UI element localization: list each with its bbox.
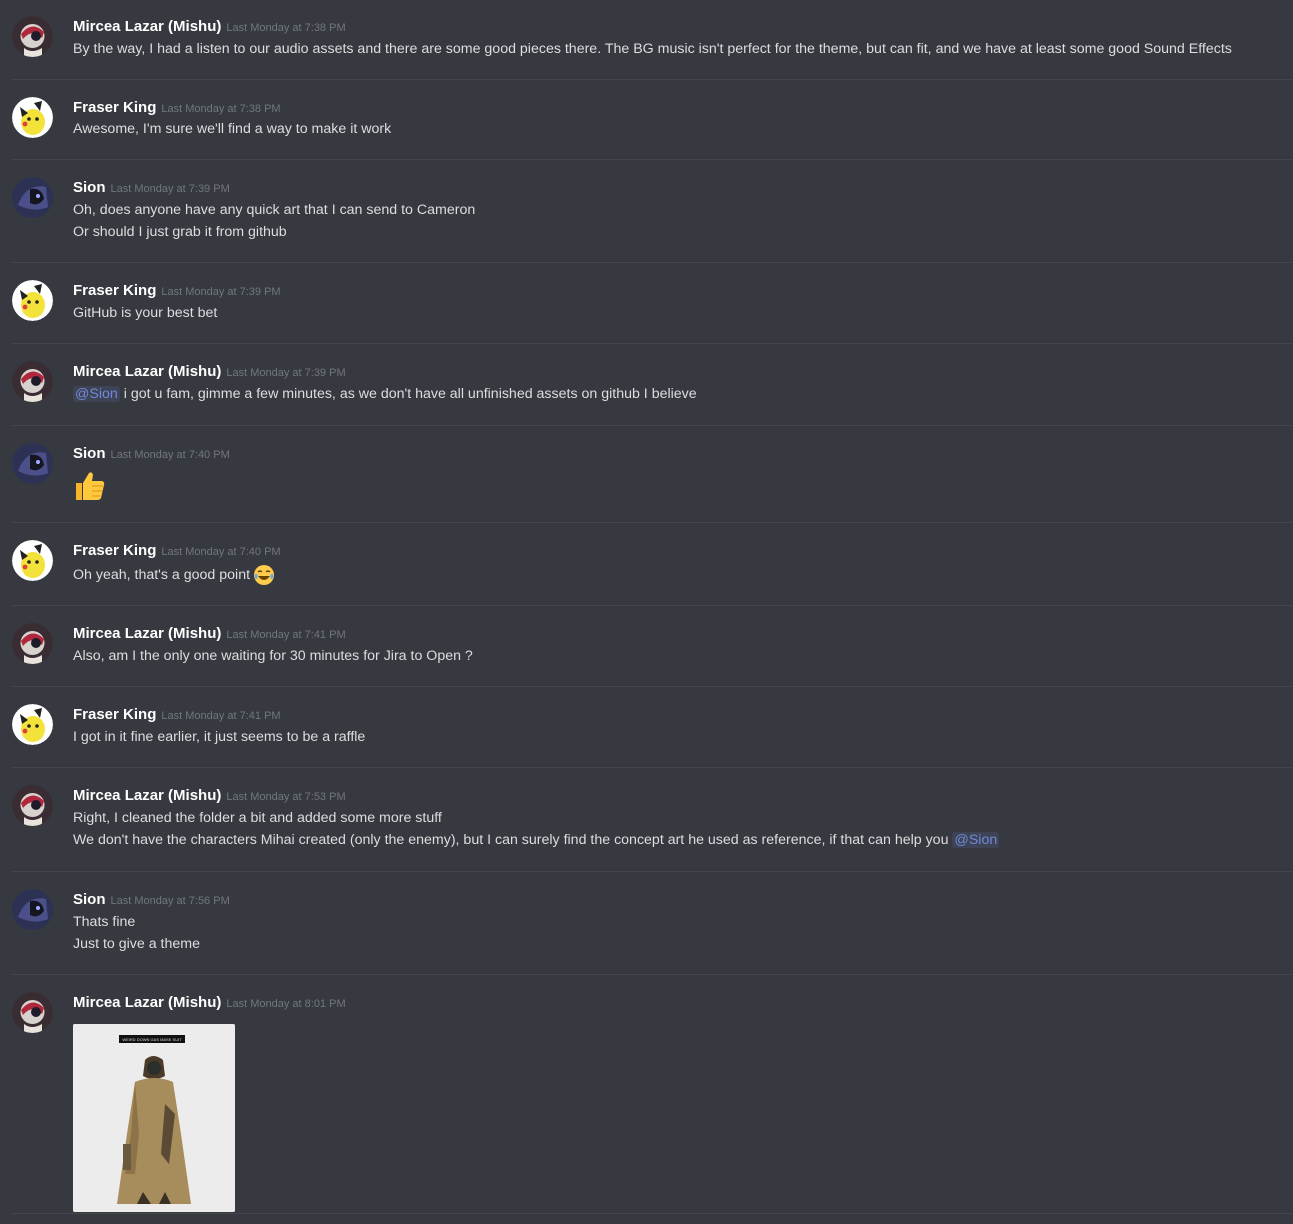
avatar-mircea[interactable]	[12, 361, 53, 402]
chat-messages: Mircea Lazar (Mishu) Last Monday at 7:38 …	[0, 0, 1293, 1224]
message-text-body: Oh yeah, that's a good point	[73, 566, 251, 583]
message-text-body: We don't have the characters Mihai creat…	[73, 832, 949, 848]
message-divider	[12, 425, 1293, 426]
timestamp: Last Monday at 8:01 PM	[226, 998, 346, 1010]
avatar-mircea[interactable]	[12, 992, 53, 1033]
message-header: Mircea Lazar (Mishu) Last Monday at 7:41 …	[73, 625, 346, 643]
joy-emoji-icon[interactable]	[253, 564, 275, 586]
message-header: Mircea Lazar (Mishu) Last Monday at 7:39 …	[73, 363, 346, 381]
message-divider	[12, 262, 1293, 263]
avatar-mircea[interactable]	[12, 16, 53, 57]
username[interactable]: Fraser King	[73, 542, 156, 559]
message-text: Awesome, I'm sure we'll find a way to ma…	[73, 121, 392, 137]
timestamp: Last Monday at 7:39 PM	[226, 367, 346, 379]
message-header: Fraser King Last Monday at 7:40 PM	[73, 542, 281, 560]
message-header: Sion Last Monday at 7:56 PM	[73, 891, 230, 909]
message-text: Oh, does anyone have any quick art that …	[73, 202, 476, 218]
username[interactable]: Fraser King	[73, 706, 156, 723]
message-divider	[12, 343, 1293, 344]
message-divider	[12, 1213, 1293, 1214]
avatar-sion[interactable]	[12, 889, 53, 930]
message-header: Mircea Lazar (Mishu) Last Monday at 7:53 …	[73, 787, 346, 805]
username[interactable]: Mircea Lazar (Mishu)	[73, 994, 221, 1011]
avatar-fraser[interactable]	[12, 540, 53, 581]
message-text: By the way, I had a listen to our audio …	[73, 41, 1232, 57]
message-text: Oh yeah, that's a good point	[73, 564, 275, 586]
message-divider	[12, 159, 1293, 160]
message-text: Thats fine	[73, 914, 136, 930]
message-text: Also, am I the only one waiting for 30 m…	[73, 648, 473, 664]
username[interactable]: Mircea Lazar (Mishu)	[73, 787, 221, 804]
message-header: Fraser King Last Monday at 7:39 PM	[73, 282, 281, 300]
message-header: Fraser King Last Monday at 7:41 PM	[73, 706, 281, 724]
timestamp: Last Monday at 7:53 PM	[226, 791, 346, 803]
message-text: Just to give a theme	[73, 936, 200, 952]
username[interactable]: Mircea Lazar (Mishu)	[73, 18, 221, 35]
message-divider	[12, 605, 1293, 606]
timestamp: Last Monday at 7:41 PM	[226, 629, 346, 641]
timestamp: Last Monday at 7:40 PM	[110, 449, 230, 461]
username[interactable]: Sion	[73, 891, 106, 908]
message-divider	[12, 686, 1293, 687]
timestamp: Last Monday at 7:40 PM	[161, 546, 281, 558]
timestamp: Last Monday at 7:41 PM	[161, 710, 281, 722]
avatar-sion[interactable]	[12, 443, 53, 484]
message-header: Mircea Lazar (Mishu) Last Monday at 7:38 …	[73, 18, 346, 36]
message-divider	[12, 974, 1293, 975]
timestamp: Last Monday at 7:39 PM	[161, 286, 281, 298]
avatar-mircea[interactable]	[12, 785, 53, 826]
avatar-fraser[interactable]	[12, 704, 53, 745]
thumbs-up-emoji-icon[interactable]	[73, 469, 107, 503]
image-attachment[interactable]: WEIRD DOWN GAS MASK SUIT	[73, 1024, 235, 1212]
username[interactable]: Fraser King	[73, 99, 156, 116]
username[interactable]: Sion	[73, 445, 106, 462]
username[interactable]: Sion	[73, 179, 106, 196]
avatar-fraser[interactable]	[12, 280, 53, 321]
message-text: GitHub is your best bet	[73, 305, 218, 321]
username[interactable]: Mircea Lazar (Mishu)	[73, 625, 221, 642]
timestamp: Last Monday at 7:39 PM	[110, 183, 230, 195]
message-divider	[12, 871, 1293, 872]
user-mention[interactable]: @Sion	[952, 832, 1000, 848]
message-text: @Sion i got u fam, gimme a few minutes, …	[73, 386, 697, 402]
user-mention[interactable]: @Sion	[73, 386, 120, 402]
message-header: Mircea Lazar (Mishu) Last Monday at 8:01 …	[73, 994, 346, 1012]
message-divider	[12, 79, 1293, 80]
avatar-mircea[interactable]	[12, 623, 53, 664]
message-header: Fraser King Last Monday at 7:38 PM	[73, 99, 281, 117]
message-divider	[12, 767, 1293, 768]
message-divider	[12, 522, 1293, 523]
message-text: Right, I cleaned the folder a bit and ad…	[73, 810, 442, 826]
timestamp: Last Monday at 7:38 PM	[226, 22, 346, 34]
message-header: Sion Last Monday at 7:39 PM	[73, 179, 230, 197]
message-text: Or should I just grab it from github	[73, 224, 287, 240]
message-text-body: i got u fam, gimme a few minutes, as we …	[123, 386, 697, 402]
message-text: We don't have the characters Mihai creat…	[73, 832, 1000, 848]
message-text: I got in it fine earlier, it just seems …	[73, 729, 366, 745]
timestamp: Last Monday at 7:38 PM	[161, 103, 281, 115]
timestamp: Last Monday at 7:56 PM	[110, 895, 230, 907]
username[interactable]: Mircea Lazar (Mishu)	[73, 363, 221, 380]
attachment-caption: WEIRD DOWN GAS MASK SUIT	[122, 1037, 182, 1042]
username[interactable]: Fraser King	[73, 282, 156, 299]
avatar-fraser[interactable]	[12, 97, 53, 138]
message-header: Sion Last Monday at 7:40 PM	[73, 445, 230, 463]
avatar-sion[interactable]	[12, 177, 53, 218]
